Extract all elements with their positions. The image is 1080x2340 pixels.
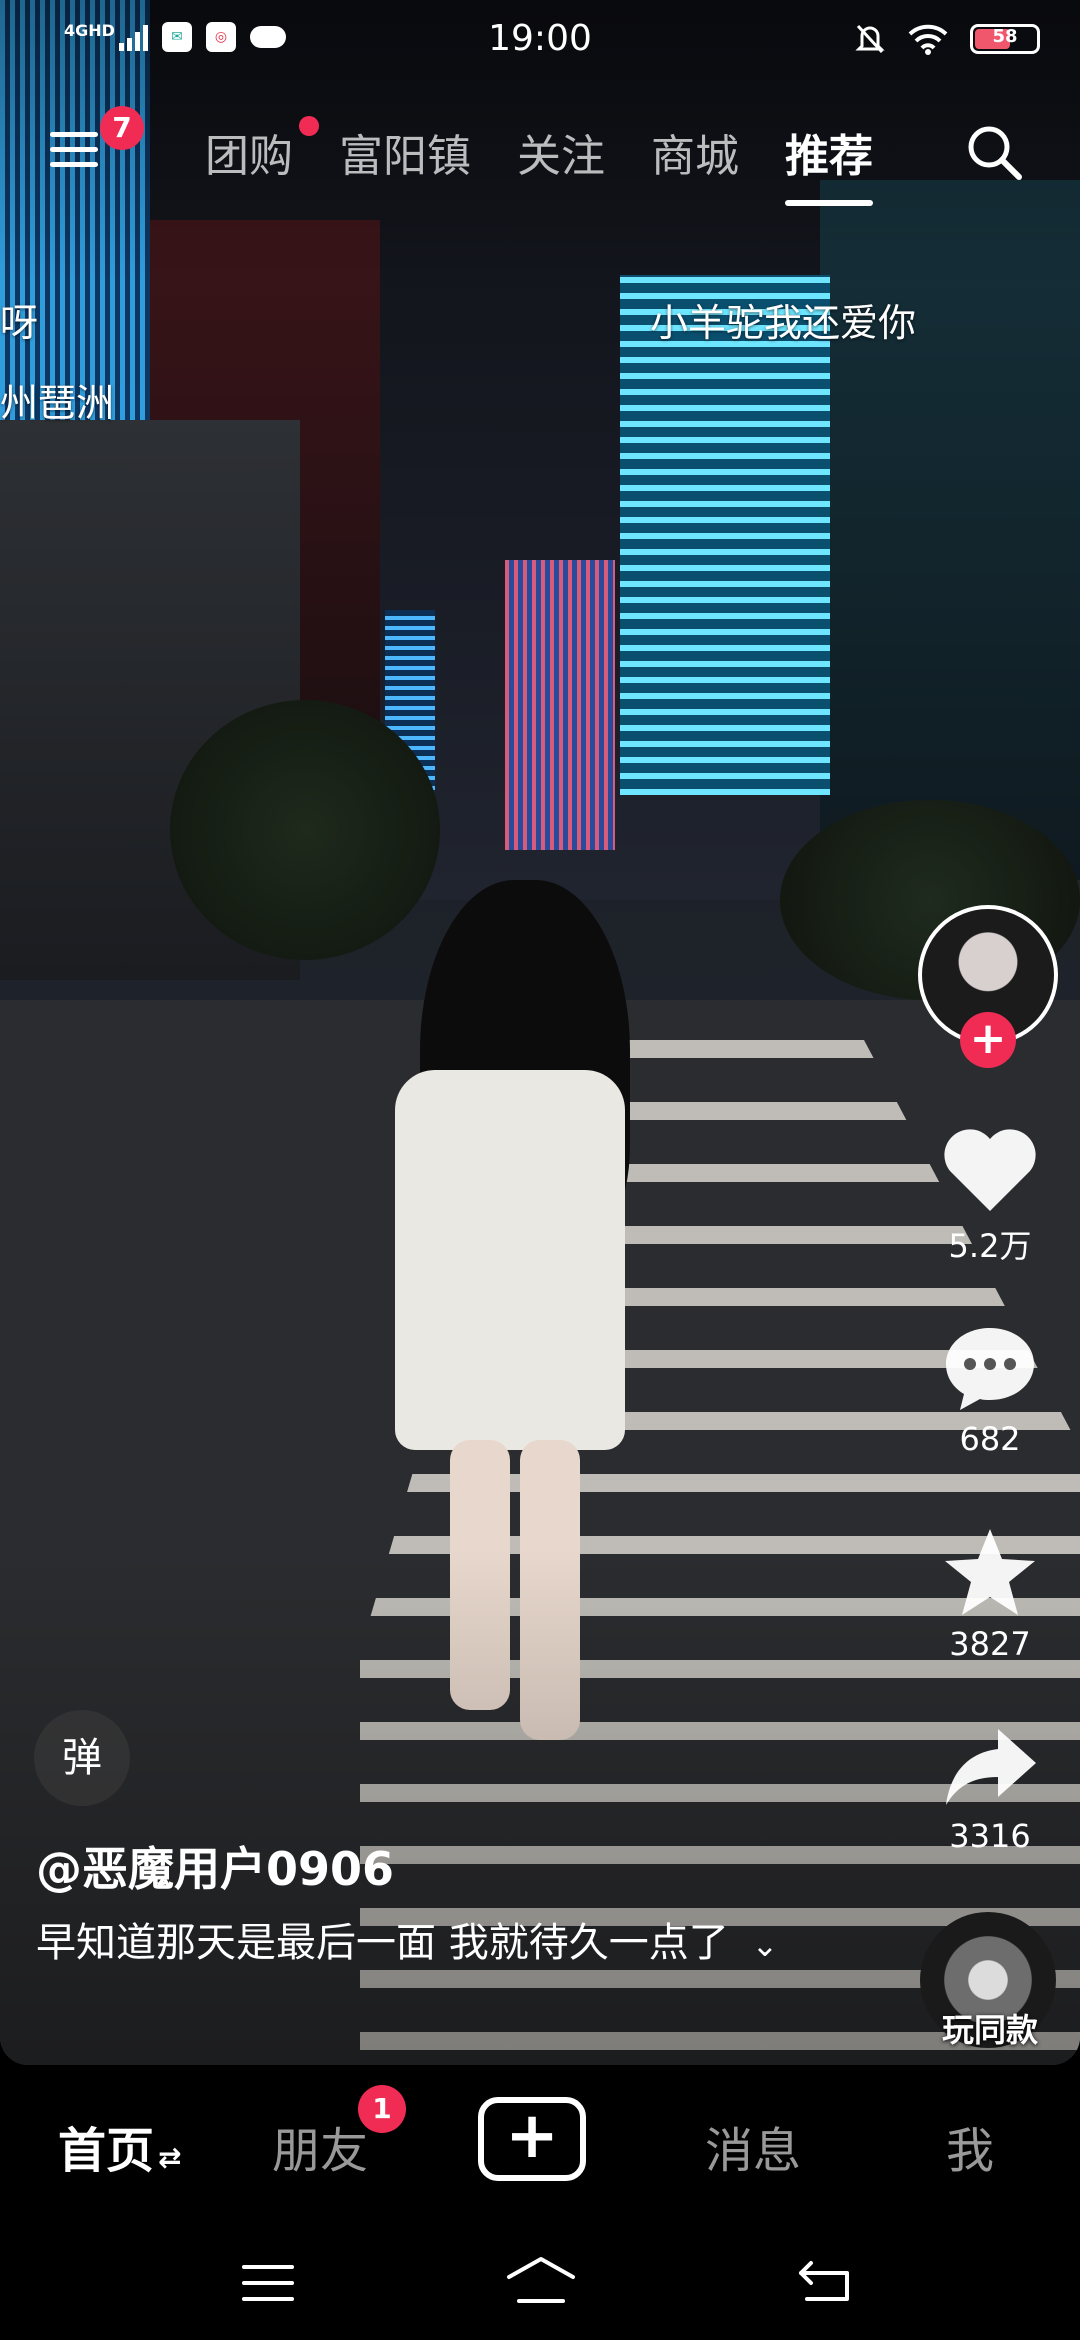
- nav-me-label: 我: [946, 2123, 995, 2179]
- tab-label: 关注: [517, 131, 605, 182]
- like-button[interactable]: 5.2万: [925, 1125, 1055, 1267]
- back-icon[interactable]: [795, 2257, 855, 2305]
- video-player[interactable]: [0, 0, 1080, 2065]
- system-nav-bar: [0, 2225, 1080, 2340]
- tab-label: 推荐: [785, 131, 873, 182]
- like-count: 5.2万: [948, 1227, 1032, 1265]
- menu-badge: 7: [100, 106, 144, 150]
- recent-apps-icon[interactable]: [240, 2263, 296, 2303]
- danmaku-comment: 州琶洲: [0, 381, 115, 425]
- mute-icon: [855, 24, 885, 54]
- nav-friends-label: 朋友: [272, 2123, 369, 2179]
- home-icon[interactable]: [505, 2255, 577, 2307]
- nav-home-label: 首页: [58, 2123, 155, 2179]
- battery-level: 58: [992, 26, 1018, 47]
- video-caption[interactable]: 早知道那天是最后一面 我就待久一点了 ⌄: [36, 1913, 796, 1975]
- search-icon[interactable]: [964, 122, 1024, 182]
- top-nav: 7 团购 富阳镇 关注 商城 推荐: [0, 106, 1080, 206]
- nav-messages[interactable]: 消息: [705, 2111, 801, 2181]
- menu-button[interactable]: 7: [50, 106, 144, 172]
- friends-badge: 1: [358, 2085, 406, 2133]
- nav-messages-label: 消息: [705, 2123, 802, 2179]
- tab-mall[interactable]: 商城: [651, 120, 739, 184]
- video-overlay-gradient: [0, 0, 1080, 2065]
- switch-icon: ⇄: [158, 2141, 182, 2174]
- nav-me[interactable]: 我: [946, 2111, 994, 2181]
- status-right: 58: [854, 22, 1040, 56]
- status-bar: 4GHD ✉ ◎ 19:00 58: [0, 0, 1080, 84]
- tab-recommended[interactable]: 推荐: [785, 120, 873, 206]
- favorite-button[interactable]: 3827: [925, 1525, 1055, 1663]
- comment-count: 682: [959, 1420, 1021, 1458]
- heart-icon: [944, 1129, 1036, 1211]
- tab-local[interactable]: 富阳镇: [339, 120, 471, 184]
- favorite-count: 3827: [949, 1625, 1031, 1663]
- share-button[interactable]: 3316: [925, 1725, 1055, 1855]
- caption-text: 早知道那天是最后一面 我就待久一点了: [36, 1920, 729, 1966]
- star-icon: [945, 1529, 1035, 1615]
- plus-icon: +: [505, 2099, 559, 2173]
- author-name[interactable]: @恶魔用户0906: [36, 1833, 394, 1899]
- nav-home[interactable]: 首页 ⇄: [58, 2111, 181, 2181]
- tab-label: 商城: [651, 131, 739, 182]
- danmaku-toggle-label: 弹: [62, 1735, 102, 1781]
- tab-label: 富阳镇: [339, 131, 471, 182]
- battery-icon: 58: [970, 24, 1040, 54]
- share-icon: [946, 1729, 1036, 1805]
- bottom-nav: 首页 ⇄ 朋友 1 + 消息 我: [0, 2065, 1080, 2225]
- music-label[interactable]: 玩同款: [910, 2005, 1070, 2051]
- tab-label: 团购: [205, 131, 293, 182]
- comment-icon: [946, 1328, 1034, 1410]
- wifi-icon: [908, 24, 948, 55]
- create-post-button[interactable]: +: [478, 2097, 586, 2181]
- nav-friends[interactable]: 朋友 1: [272, 2085, 406, 2181]
- top-tabs: 团购 富阳镇 关注 商城 推荐: [205, 116, 873, 206]
- tab-following[interactable]: 关注: [517, 120, 605, 184]
- comment-button[interactable]: 682: [925, 1322, 1055, 1458]
- danmaku-toggle-button[interactable]: 弹: [34, 1710, 130, 1806]
- share-count: 3316: [949, 1817, 1031, 1855]
- danmaku-comment: 小羊驼我还爱你: [650, 301, 917, 345]
- notification-dot: [299, 116, 319, 136]
- tab-group-buy[interactable]: 团购: [205, 116, 319, 184]
- follow-button[interactable]: +: [960, 1012, 1016, 1068]
- danmaku-comment: 呀: [0, 301, 39, 345]
- chevron-down-icon[interactable]: ⌄: [751, 1926, 778, 1964]
